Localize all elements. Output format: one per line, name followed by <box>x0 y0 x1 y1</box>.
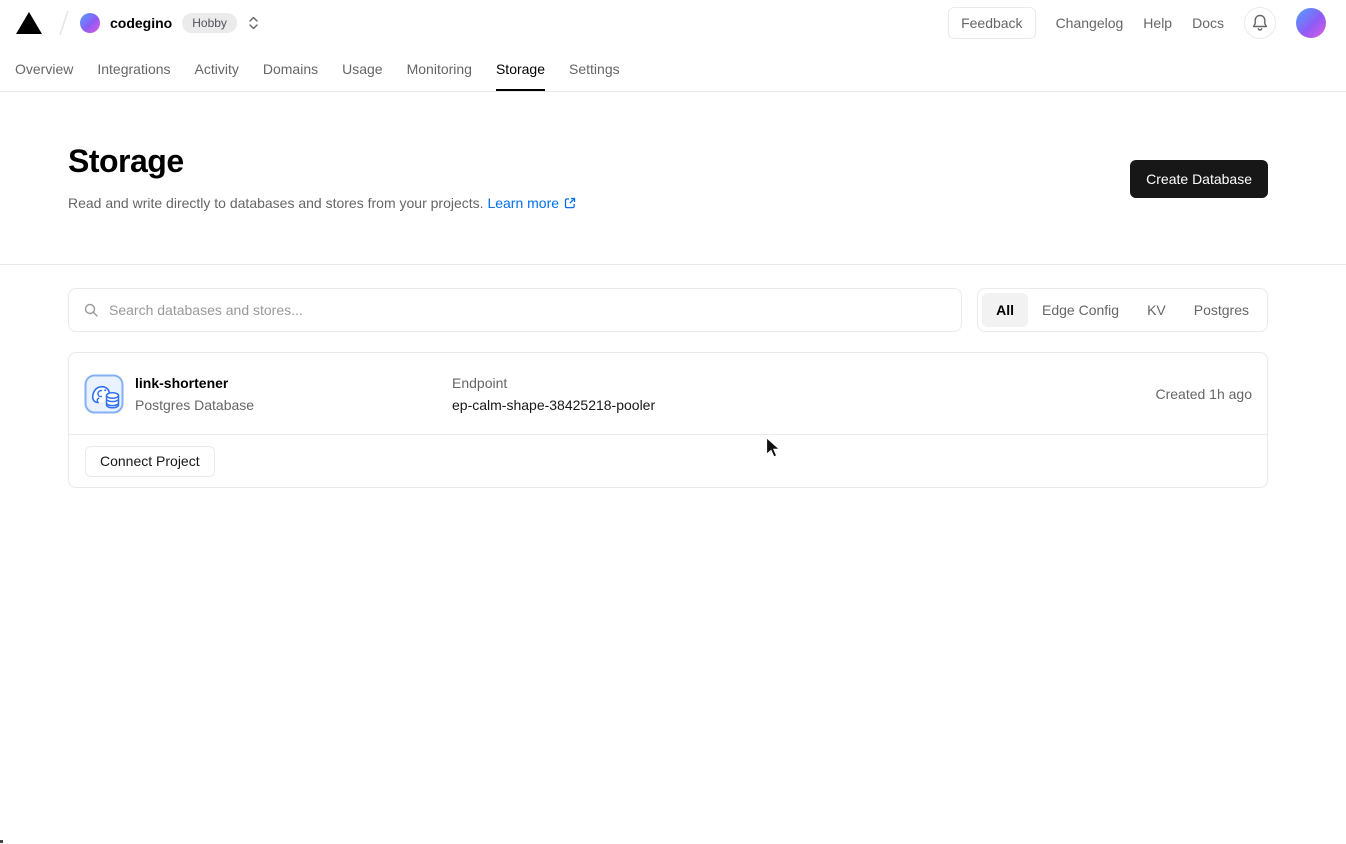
bell-icon <box>1250 13 1270 33</box>
create-database-button[interactable]: Create Database <box>1130 160 1268 198</box>
project-name: codegino <box>110 15 172 31</box>
vercel-logo-icon[interactable] <box>16 12 42 34</box>
database-type: Postgres Database <box>135 394 452 416</box>
page-title: Storage <box>68 142 577 180</box>
tab-overview[interactable]: Overview <box>15 46 73 91</box>
hero-section: Storage Read and write directly to datab… <box>0 92 1346 265</box>
notifications-button[interactable] <box>1244 7 1276 39</box>
database-name-column: link-shortener Postgres Database <box>135 372 452 416</box>
search-icon <box>83 302 99 318</box>
tab-integrations[interactable]: Integrations <box>97 46 170 91</box>
database-row[interactable]: link-shortener Postgres Database Endpoin… <box>69 353 1267 434</box>
chevron-up-down-icon <box>247 15 260 31</box>
database-created-label: Created 1h ago <box>1155 386 1252 402</box>
storage-main: All Edge Config KV Postgres link-shorten… <box>68 288 1268 488</box>
learn-more-link[interactable]: Learn more <box>487 192 577 214</box>
project-avatar <box>80 13 100 33</box>
tab-storage[interactable]: Storage <box>496 46 545 91</box>
endpoint-label: Endpoint <box>452 372 655 394</box>
topbar: codegino Hobby Feedback Changelog Help D… <box>0 0 1346 46</box>
project-selector-button[interactable] <box>245 13 262 33</box>
topbar-left: codegino Hobby <box>16 8 262 38</box>
tab-domains[interactable]: Domains <box>263 46 318 91</box>
breadcrumb-slash-icon <box>56 8 72 38</box>
external-link-icon <box>563 196 577 210</box>
connect-project-button[interactable]: Connect Project <box>85 446 215 477</box>
page-description: Read and write directly to databases and… <box>68 192 577 214</box>
search-input[interactable] <box>109 302 947 318</box>
topbar-right: Feedback Changelog Help Docs <box>948 7 1326 39</box>
feedback-button[interactable]: Feedback <box>948 7 1035 39</box>
endpoint-value: ep-calm-shape-38425218-pooler <box>452 394 655 416</box>
search-box <box>68 288 962 332</box>
tab-usage[interactable]: Usage <box>342 46 382 91</box>
filter-tab-all[interactable]: All <box>982 293 1028 327</box>
tab-settings[interactable]: Settings <box>569 46 620 91</box>
database-endpoint-column: Endpoint ep-calm-shape-38425218-pooler <box>452 372 655 416</box>
filter-tab-kv[interactable]: KV <box>1133 293 1180 327</box>
user-avatar[interactable] <box>1296 8 1326 38</box>
page-description-text: Read and write directly to databases and… <box>68 195 484 211</box>
changelog-link[interactable]: Changelog <box>1056 15 1124 31</box>
help-link[interactable]: Help <box>1143 15 1172 31</box>
project-switcher[interactable]: codegino Hobby <box>80 13 237 33</box>
filter-tab-edge-config[interactable]: Edge Config <box>1028 293 1133 327</box>
database-card: link-shortener Postgres Database Endpoin… <box>68 352 1268 488</box>
docs-link[interactable]: Docs <box>1192 15 1224 31</box>
storage-toolbar: All Edge Config KV Postgres <box>68 288 1268 332</box>
database-card-footer: Connect Project <box>69 434 1267 487</box>
screen-corner-artifact <box>0 840 3 843</box>
hero-text: Storage Read and write directly to datab… <box>68 142 577 214</box>
plan-badge: Hobby <box>182 13 237 33</box>
filter-tab-postgres[interactable]: Postgres <box>1180 293 1263 327</box>
filter-tabs: All Edge Config KV Postgres <box>977 288 1268 332</box>
database-name: link-shortener <box>135 372 452 394</box>
tab-activity[interactable]: Activity <box>195 46 239 91</box>
postgres-database-icon <box>84 374 124 414</box>
project-nav: Overview Integrations Activity Domains U… <box>0 46 1346 92</box>
tab-monitoring[interactable]: Monitoring <box>407 46 472 91</box>
